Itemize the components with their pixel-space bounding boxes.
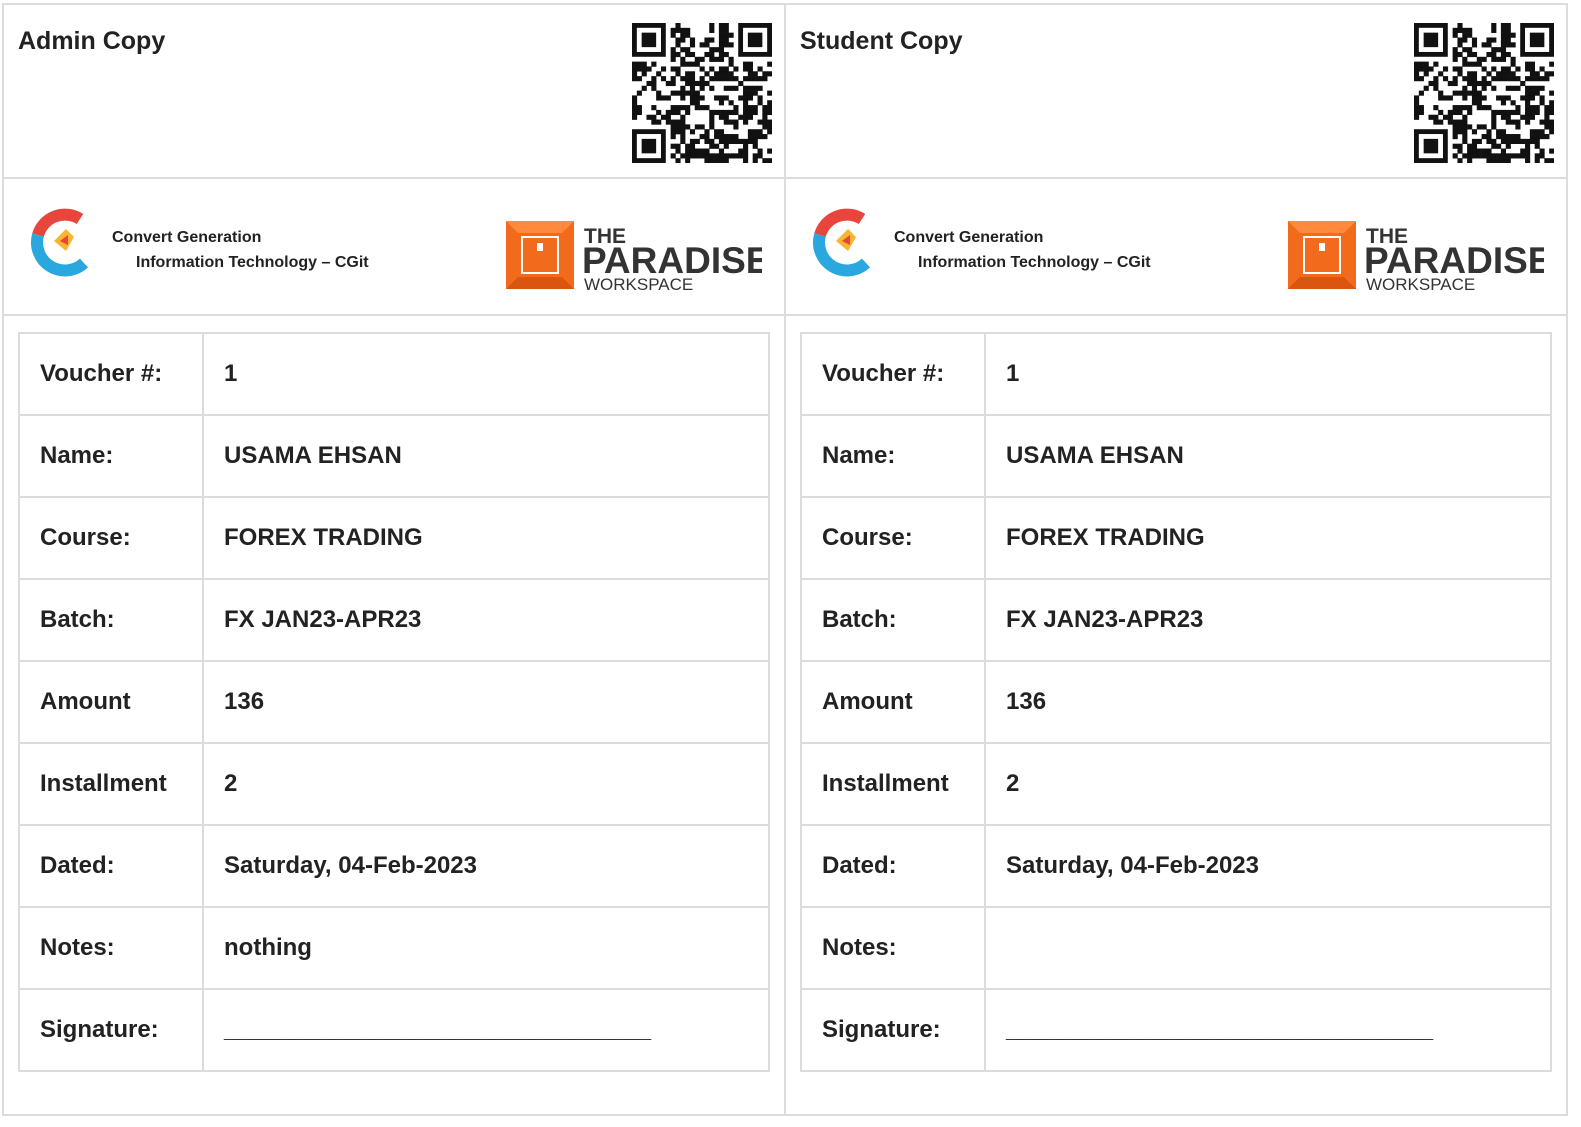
installment-value: 2 bbox=[202, 742, 770, 826]
svg-text:WORKSPACE: WORKSPACE bbox=[584, 275, 693, 291]
dated-label: Dated: bbox=[800, 824, 986, 908]
cgit-logo-icon bbox=[31, 208, 89, 277]
qr-code-icon bbox=[1414, 23, 1554, 163]
table-row: Course: FOREX TRADING bbox=[18, 496, 770, 580]
cgit-logo-icon bbox=[813, 208, 871, 277]
table-row: Dated: Saturday, 04-Feb-2023 bbox=[18, 824, 770, 908]
voucher-details-table: Voucher #: 1 Name: USAMA EHSAN Course: FORE… bbox=[18, 332, 770, 1072]
table-row: Signature: ______________________________… bbox=[18, 988, 770, 1072]
notes-value bbox=[984, 906, 1552, 990]
notes-value: nothing bbox=[202, 906, 770, 990]
table-row: Voucher #: 1 bbox=[18, 332, 770, 416]
amount-label: Amount bbox=[800, 660, 986, 744]
dated-label: Dated: bbox=[18, 824, 204, 908]
voucher-value: 1 bbox=[202, 332, 770, 416]
table-row: Installment 2 bbox=[800, 742, 1552, 826]
table-row: Batch: FX JAN23-APR23 bbox=[18, 578, 770, 662]
installment-label: Installment bbox=[800, 742, 986, 826]
paradise-workspace-logo: THE PARADISE WORKSPACE bbox=[1288, 221, 1544, 291]
table-row: Voucher #: 1 bbox=[800, 332, 1552, 416]
org-name-line1: Convert Generation bbox=[112, 229, 262, 246]
installment-label: Installment bbox=[18, 742, 204, 826]
admin-copy-header: Admin Copy bbox=[2, 3, 786, 179]
amount-value: 136 bbox=[984, 660, 1552, 744]
table-row: Course: FOREX TRADING bbox=[800, 496, 1552, 580]
admin-details-cell: Voucher #: 1 Name: USAMA EHSAN Course: FORE… bbox=[2, 314, 786, 1116]
voucher-sheet: Admin Copy Student Copy Convert Generati… bbox=[2, 3, 1568, 1116]
signature-label: Signature: bbox=[18, 988, 204, 1072]
voucher-details-table: Voucher #: 1 Name: USAMA EHSAN Course: FORE… bbox=[800, 332, 1552, 1072]
table-row: Dated: Saturday, 04-Feb-2023 bbox=[800, 824, 1552, 908]
admin-logos: Convert Generation Information Technolog… bbox=[2, 177, 786, 316]
student-logos: Convert Generation Information Technolog… bbox=[784, 177, 1568, 316]
table-row: Name: USAMA EHSAN bbox=[800, 414, 1552, 498]
table-row: Notes: bbox=[800, 906, 1552, 990]
dated-value: Saturday, 04-Feb-2023 bbox=[202, 824, 770, 908]
signature-line: ________________________________ bbox=[202, 988, 770, 1072]
batch-label: Batch: bbox=[18, 578, 204, 662]
paradise-workspace-logo: THE PARADISE WORKSPACE bbox=[506, 221, 762, 291]
batch-value: FX JAN23-APR23 bbox=[202, 578, 770, 662]
name-label: Name: bbox=[800, 414, 986, 498]
copy-title: Student Copy bbox=[800, 27, 963, 55]
table-row: Batch: FX JAN23-APR23 bbox=[800, 578, 1552, 662]
copy-title: Admin Copy bbox=[18, 27, 166, 55]
name-value: USAMA EHSAN bbox=[202, 414, 770, 498]
signature-line: ________________________________ bbox=[984, 988, 1552, 1072]
batch-label: Batch: bbox=[800, 578, 986, 662]
course-label: Course: bbox=[800, 496, 986, 580]
table-row: Signature: ______________________________… bbox=[800, 988, 1552, 1072]
notes-label: Notes: bbox=[800, 906, 986, 990]
svg-text:WORKSPACE: WORKSPACE bbox=[1366, 275, 1475, 291]
signature-label: Signature: bbox=[800, 988, 986, 1072]
table-row: Name: USAMA EHSAN bbox=[18, 414, 770, 498]
name-value: USAMA EHSAN bbox=[984, 414, 1552, 498]
org-name-line1: Convert Generation bbox=[894, 229, 1044, 246]
amount-value: 136 bbox=[202, 660, 770, 744]
student-details-cell: Voucher #: 1 Name: USAMA EHSAN Course: FORE… bbox=[784, 314, 1568, 1116]
name-label: Name: bbox=[18, 414, 204, 498]
voucher-label: Voucher #: bbox=[800, 332, 986, 416]
amount-label: Amount bbox=[18, 660, 204, 744]
table-row: Amount 136 bbox=[18, 660, 770, 744]
course-value: FOREX TRADING bbox=[984, 496, 1552, 580]
course-value: FOREX TRADING bbox=[202, 496, 770, 580]
course-label: Course: bbox=[18, 496, 204, 580]
voucher-label: Voucher #: bbox=[18, 332, 204, 416]
table-row: Installment 2 bbox=[18, 742, 770, 826]
dated-value: Saturday, 04-Feb-2023 bbox=[984, 824, 1552, 908]
table-row: Amount 136 bbox=[800, 660, 1552, 744]
voucher-value: 1 bbox=[984, 332, 1552, 416]
installment-value: 2 bbox=[984, 742, 1552, 826]
org-name-line2: Information Technology – CGit bbox=[136, 254, 369, 271]
org-name-line2: Information Technology – CGit bbox=[918, 254, 1151, 271]
batch-value: FX JAN23-APR23 bbox=[984, 578, 1552, 662]
qr-code-icon bbox=[632, 23, 772, 163]
table-row: Notes: nothing bbox=[18, 906, 770, 990]
notes-label: Notes: bbox=[18, 906, 204, 990]
student-copy-header: Student Copy bbox=[784, 3, 1568, 179]
